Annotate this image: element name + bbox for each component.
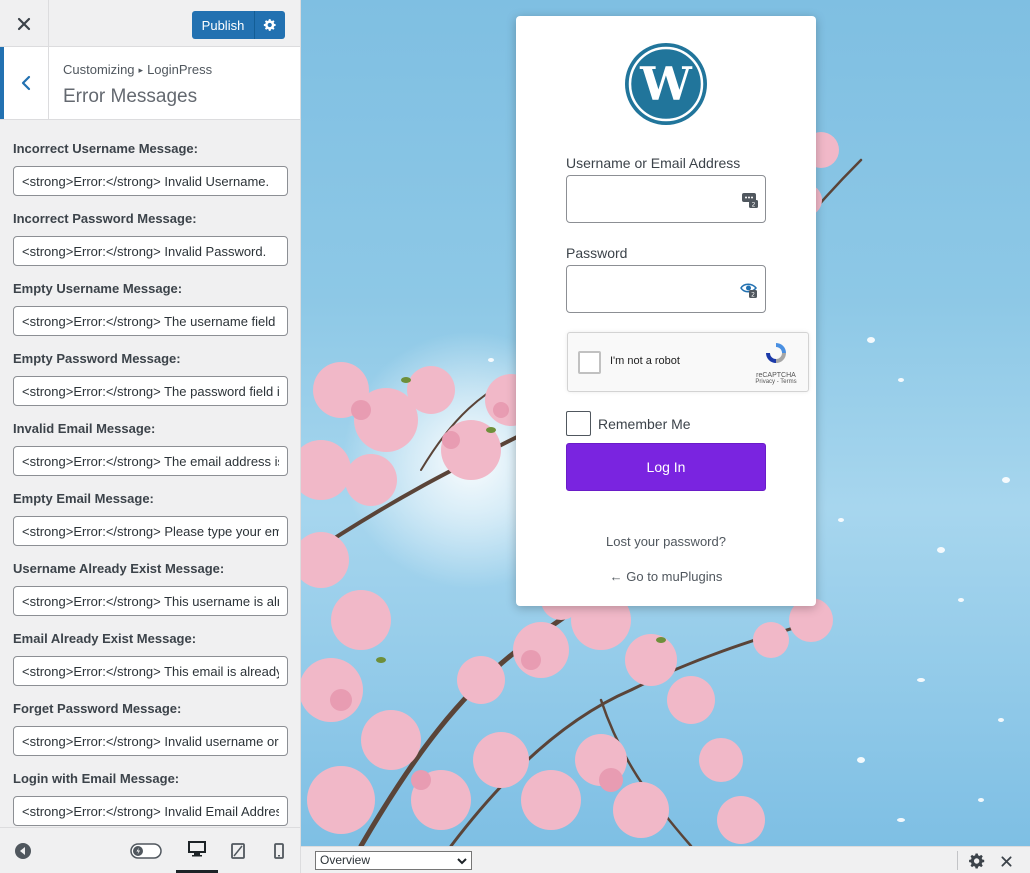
preview-mobile-button[interactable] [258, 828, 300, 873]
breadcrumb-child: LoginPress [147, 62, 213, 77]
preview-page-select[interactable]: Overview [315, 851, 472, 870]
recaptcha-icon [766, 343, 786, 363]
recaptcha-widget: I'm not a robot reCAPTCHA Privacy - Term… [567, 332, 809, 392]
control-label: Invalid Email Message: [13, 421, 156, 436]
show-password-icon[interactable]: 2 [737, 281, 761, 299]
control-username-exists: Username Already Exist Message: [13, 560, 288, 616]
preview-desktop-button[interactable] [176, 828, 218, 873]
tablet-icon [231, 842, 245, 859]
remember-me-label[interactable]: Remember Me [598, 416, 691, 432]
preview-page-select-value: Overview [320, 853, 371, 867]
control-invalid-email: Invalid Email Message: [13, 420, 288, 476]
gear-icon[interactable] [968, 852, 986, 870]
control-incorrect-password: Incorrect Password Message: [13, 210, 288, 266]
preview-frame: W Username or Email Address 2 Password 2… [301, 0, 1030, 846]
customizer-sidebar: Publish Customizing ▸ LoginPress Error Mes… [0, 0, 301, 873]
control-label: Login with Email Message: [13, 771, 180, 786]
recaptcha-links[interactable]: Privacy - Terms [754, 379, 798, 385]
close-icon [1000, 855, 1012, 867]
control-label: Forget Password Message: [13, 701, 182, 716]
toggle-icon [130, 842, 162, 859]
recaptcha-text: I'm not a robot [610, 355, 680, 367]
desktop-icon [188, 841, 206, 857]
username-exists-input[interactable] [13, 586, 288, 616]
incorrect-username-input[interactable] [13, 166, 288, 196]
incorrect-password-input[interactable] [13, 236, 288, 266]
lost-password-link[interactable]: Lost your password? [516, 534, 816, 549]
empty-email-input[interactable] [13, 516, 288, 546]
section-title: Error Messages [63, 86, 198, 107]
login-button[interactable]: Log In [566, 443, 766, 491]
login-form-card: W Username or Email Address 2 Password 2… [516, 16, 816, 606]
triangle-right-icon: ▸ [138, 65, 144, 75]
recaptcha-checkbox[interactable] [578, 351, 601, 374]
username-input[interactable]: 2 [566, 175, 766, 223]
breadcrumb-parent: Customizing [63, 62, 135, 77]
back-button[interactable] [0, 47, 49, 119]
preview-toolbar: Overview [301, 846, 1030, 873]
control-label: Empty Password Message: [13, 351, 181, 366]
svg-text:2: 2 [751, 292, 755, 299]
control-label: Username Already Exist Message: [13, 561, 225, 576]
control-empty-email: Empty Email Message: [13, 490, 288, 546]
customizer-header: Publish [0, 0, 300, 47]
control-empty-username: Empty Username Message: [13, 280, 288, 336]
recaptcha-logo: reCAPTCHA Privacy - Terms [754, 340, 798, 385]
publish-settings-button[interactable] [255, 18, 285, 32]
password-label: Password [566, 245, 628, 261]
svg-text:W: W [639, 57, 693, 111]
publish-button[interactable]: Publish [192, 11, 285, 39]
mobile-icon [274, 842, 284, 859]
close-preview-toolbar-button[interactable] [997, 852, 1015, 870]
customizer-footer [0, 827, 300, 873]
control-label: Empty Email Message: [13, 491, 154, 506]
close-customizer-button[interactable] [0, 0, 49, 47]
collapse-sidebar-button[interactable] [10, 828, 36, 873]
controls-list[interactable]: Incorrect Username Message: Incorrect Pa… [0, 121, 300, 827]
breadcrumb: Customizing ▸ LoginPress [63, 62, 212, 77]
back-to-site-link[interactable]: ← Go to muPlugins [516, 569, 816, 584]
publish-label: Publish [201, 17, 245, 33]
preview-tablet-button[interactable] [218, 828, 258, 873]
control-forget-password: Forget Password Message: [13, 700, 288, 756]
forget-password-input[interactable] [13, 726, 288, 756]
email-exists-input[interactable] [13, 656, 288, 686]
remember-me-checkbox[interactable] [566, 411, 591, 436]
control-email-exists: Email Already Exist Message: [13, 630, 288, 686]
close-icon [17, 17, 31, 30]
svg-text:2: 2 [752, 202, 756, 209]
control-login-with-email: Login with Email Message: [13, 770, 288, 826]
chevron-down-icon [457, 858, 467, 865]
control-empty-password: Empty Password Message: [13, 350, 288, 406]
control-incorrect-username: Incorrect Username Message: [13, 140, 288, 196]
password-input[interactable]: 2 [566, 265, 766, 313]
chevron-left-icon [21, 75, 31, 91]
skin-toggle-switch[interactable] [130, 828, 162, 873]
control-label: Empty Username Message: [13, 281, 183, 296]
empty-username-input[interactable] [13, 306, 288, 336]
control-label: Incorrect Password Message: [13, 211, 197, 226]
gear-icon [263, 19, 276, 31]
wordpress-logo-icon[interactable]: W [624, 42, 708, 126]
invalid-email-input[interactable] [13, 446, 288, 476]
control-label: Incorrect Username Message: [13, 141, 198, 156]
recaptcha-brand: reCAPTCHA [756, 372, 796, 379]
login-with-email-input[interactable] [13, 796, 288, 826]
control-label: Email Already Exist Message: [13, 631, 197, 646]
section-header: Customizing ▸ LoginPress Error Messages [0, 47, 300, 120]
username-label: Username or Email Address [566, 155, 741, 171]
collapse-icon [15, 842, 31, 859]
empty-password-input[interactable] [13, 376, 288, 406]
password-manager-icon[interactable]: 2 [741, 191, 759, 209]
